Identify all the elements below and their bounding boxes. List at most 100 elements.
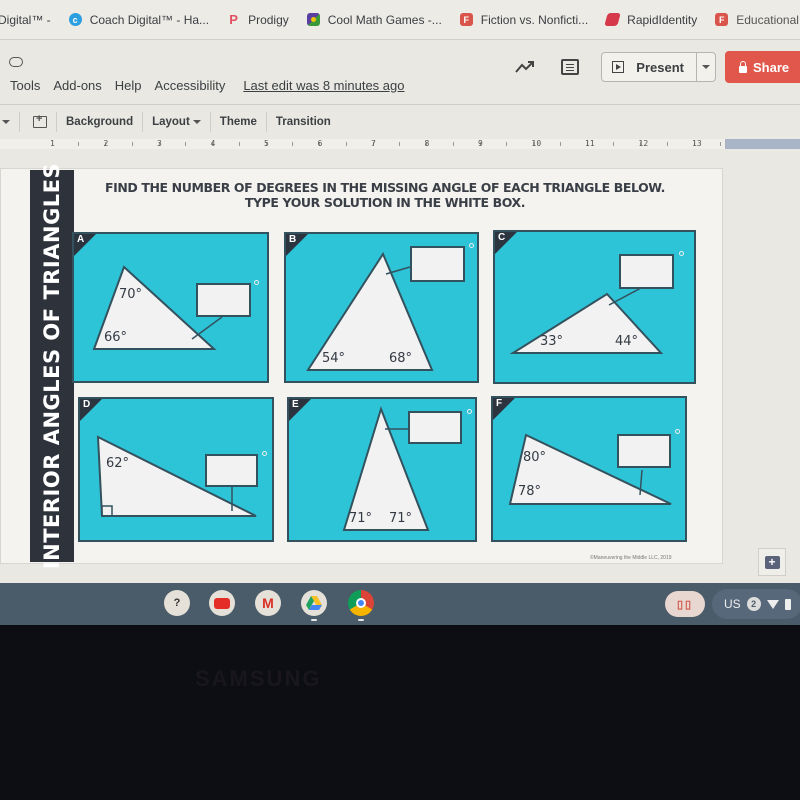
ruler-tick [185,142,187,146]
ruler-number: 7 [371,139,376,148]
coolmath-icon [306,13,320,26]
ruler-number: 2 [103,139,109,148]
bookmark-educational-hip-hop[interactable]: F Educational Hip-Ho... [715,13,800,27]
ruler-number: 5 [264,139,269,148]
panel-letter: A [77,234,85,245]
activity-dashboard-icon[interactable] [515,60,535,74]
toolbar-divider [19,111,20,132]
ruler-number: 13 [692,139,702,148]
present-options-dropdown[interactable] [697,65,715,69]
header-actions: Present Share [515,51,800,83]
cloud-saved-icon [9,57,23,67]
share-button[interactable]: Share [725,51,800,83]
overview-button[interactable]: ▯▯ [665,591,705,617]
angle-label: 71° [389,511,413,526]
menu-accessibility[interactable]: Accessibility [155,78,226,93]
theme-button[interactable]: Theme [220,116,257,128]
side-title: INTERIOR ANGLES OF TRIANGLES [40,162,64,570]
menu-bar: Tools Add-ons Help Accessibility Last ed… [10,78,417,93]
answer-box-e[interactable] [408,411,462,444]
ruler-tick [292,142,294,146]
bookmark-prodigy[interactable]: P Prodigy [227,12,289,27]
gmail-icon[interactable]: M [255,590,281,616]
menu-tools[interactable]: Tools [10,78,40,93]
problem-panel-c: C 33° 44° [493,230,696,384]
bookmark-coach-digital[interactable]: c Coach Digital™ - Ha... [68,13,209,27]
menu-help[interactable]: Help [115,78,142,93]
google-drive-icon[interactable] [301,590,327,616]
triangle-f [508,433,672,505]
coach-app-icon[interactable]: ? [164,590,190,616]
angle-label: 62° [106,456,130,471]
problem-panel-b: B 54° 68° [284,232,479,383]
ruler-tick [238,142,240,146]
panel-letter: E [292,399,299,410]
transition-button[interactable]: Transition [276,116,331,128]
side-title-container: INTERIOR ANGLES OF TRIANGLES [30,163,74,569]
toolbar-divider [209,111,211,132]
chevron-down-icon [702,65,710,69]
background-button[interactable]: Background [66,116,133,128]
degree-symbol [469,243,474,248]
ruler-tick [399,142,401,146]
answer-box-c[interactable] [619,254,674,289]
running-indicator [311,619,317,621]
angle-label: 70° [119,287,143,302]
prodigy-icon: P [229,12,238,27]
angle-label: 66° [104,330,128,345]
menu-add-ons[interactable]: Add-ons [53,78,101,93]
problem-panel-a: A 70° 66° [72,232,269,383]
ruler-number: 3 [157,139,162,148]
status-tray[interactable]: US 2 [712,589,800,619]
ruler-number: 8 [424,139,430,148]
horizontal-ruler[interactable]: 1 2 3 4 5 6 7 8 9 10 11 12 13 [0,139,725,149]
explore-button[interactable]: + [758,548,786,576]
last-edit-link[interactable]: Last edit was 8 minutes ago [243,78,404,93]
ruler-number: 11 [585,139,595,148]
flocabulary-icon: F [715,13,729,26]
bookmark-fiction-vs-nonfiction[interactable]: F Fiction vs. Nonficti... [459,13,588,27]
panel-letter: C [498,232,506,243]
copyright-text: ©Maneuvering the Middle LLC, 2019 [590,555,672,561]
notification-badge: 2 [746,597,761,611]
present-button[interactable]: Present [602,53,697,81]
angle-label: 33° [540,334,564,349]
add-comment-icon[interactable] [33,113,47,128]
rapididentity-icon [604,13,621,26]
ruler-tick [506,142,508,146]
pointer-arrow [608,287,642,306]
ruler-tick [452,142,454,146]
answer-box-d[interactable] [205,454,258,487]
chevron-down-icon[interactable] [2,119,10,124]
bookmark-digital[interactable]: Digital™ - [0,13,51,27]
bookmark-coolmath[interactable]: Cool Math Games -... [306,13,442,27]
ruler-tick [666,142,668,146]
panel-letter: F [496,398,503,409]
ruler-tick [720,142,722,146]
flocabulary-icon: F [459,13,473,26]
bookmark-rapididentity[interactable]: RapidIdentity [604,13,697,27]
ruler-number: 4 [210,139,216,148]
ruler-tick [559,142,561,146]
layout-button[interactable]: Layout [152,116,201,128]
running-indicator [358,619,364,621]
toolbar-divider [142,111,144,132]
problem-panel-e: E 71° 71° [287,397,477,542]
bookmarks-bar: Digital™ - c Coach Digital™ - Ha... P Pr… [0,0,800,40]
comment-history-icon[interactable] [561,59,580,75]
ruler-margin [725,139,800,149]
ruler-tick [78,142,80,146]
toolbar: Background Layout Theme Transition [0,104,800,138]
degree-symbol [467,409,472,414]
ruler-tick [131,142,133,146]
answer-box-b[interactable] [410,246,465,282]
youtube-icon[interactable] [209,590,235,616]
panel-letter: D [83,399,91,410]
chrome-icon[interactable] [348,590,374,616]
ruler-number: 6 [317,139,323,148]
angle-label: 54° [322,351,346,366]
answer-box-a[interactable] [196,283,251,317]
answer-box-f[interactable] [617,434,671,468]
pointer-arrow [191,316,223,340]
toolbar-divider [56,111,57,132]
